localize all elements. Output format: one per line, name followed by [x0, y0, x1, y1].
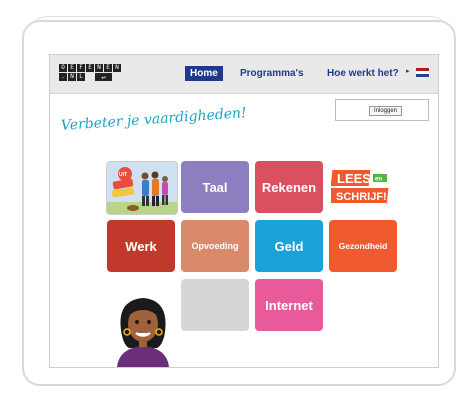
logo-letter: O: [59, 64, 67, 72]
tile-internet[interactable]: Internet: [255, 279, 323, 331]
login-button[interactable]: Inloggen: [369, 106, 403, 116]
enter-key-icon: ↵: [95, 73, 112, 81]
svg-text:LEES: LEES: [337, 171, 371, 186]
svg-text:UIT: UIT: [119, 172, 127, 178]
nav-programmas[interactable]: Programma's: [240, 68, 304, 79]
logo-letter: N: [68, 73, 76, 81]
logo-letter: E: [68, 64, 76, 72]
tile-taal[interactable]: Taal: [181, 161, 249, 213]
logo-letter: N: [113, 64, 121, 72]
family-illustration: UIT: [107, 162, 177, 214]
logo-letter: .: [59, 73, 67, 81]
oefenen-logo[interactable]: O E F E N E N . N L ↵: [59, 64, 121, 82]
tile-empty: [181, 279, 249, 331]
tile-lees-en-schrijf[interactable]: LEES en SCHRIJF!: [328, 164, 397, 210]
logo-letter: F: [77, 64, 85, 72]
tile-uit-thuis[interactable]: UIT: [106, 161, 178, 215]
svg-text:SCHRIJF!: SCHRIJF!: [336, 191, 387, 203]
lees-en-schrijf-logo: LEES en SCHRIJF!: [328, 170, 389, 203]
logo-letter: N: [95, 64, 103, 72]
logo-letter: E: [104, 64, 112, 72]
page-tagline: Verbeter je vaardigheden!: [60, 105, 248, 134]
main-content: Verbeter je vaardigheden! Inloggen UIT T…: [50, 94, 438, 367]
tile-opvoeding[interactable]: Opvoeding: [181, 220, 249, 272]
language-arrow-icon[interactable]: ▸: [406, 67, 410, 75]
tile-geld[interactable]: Geld: [255, 220, 323, 272]
website-screen: O E F E N E N . N L ↵ Home Programma's H…: [49, 54, 439, 368]
dutch-flag-icon[interactable]: [416, 68, 429, 77]
svg-text:en: en: [375, 177, 382, 183]
nav-hoe-werkt-het[interactable]: Hoe werkt het?: [327, 68, 399, 79]
login-box: Inloggen: [335, 99, 429, 121]
nav-home[interactable]: Home: [185, 66, 223, 81]
logo-letter: L: [77, 73, 85, 81]
tile-rekenen[interactable]: Rekenen: [255, 161, 323, 213]
logo-spacer: [86, 73, 94, 81]
avatar-woman-illustration: [107, 290, 179, 367]
tile-gezondheid[interactable]: Gezondheid: [329, 220, 397, 272]
tile-werk[interactable]: Werk: [107, 220, 175, 272]
logo-letter: E: [86, 64, 94, 72]
top-navigation-bar: O E F E N E N . N L ↵ Home Programma's H…: [50, 55, 438, 94]
